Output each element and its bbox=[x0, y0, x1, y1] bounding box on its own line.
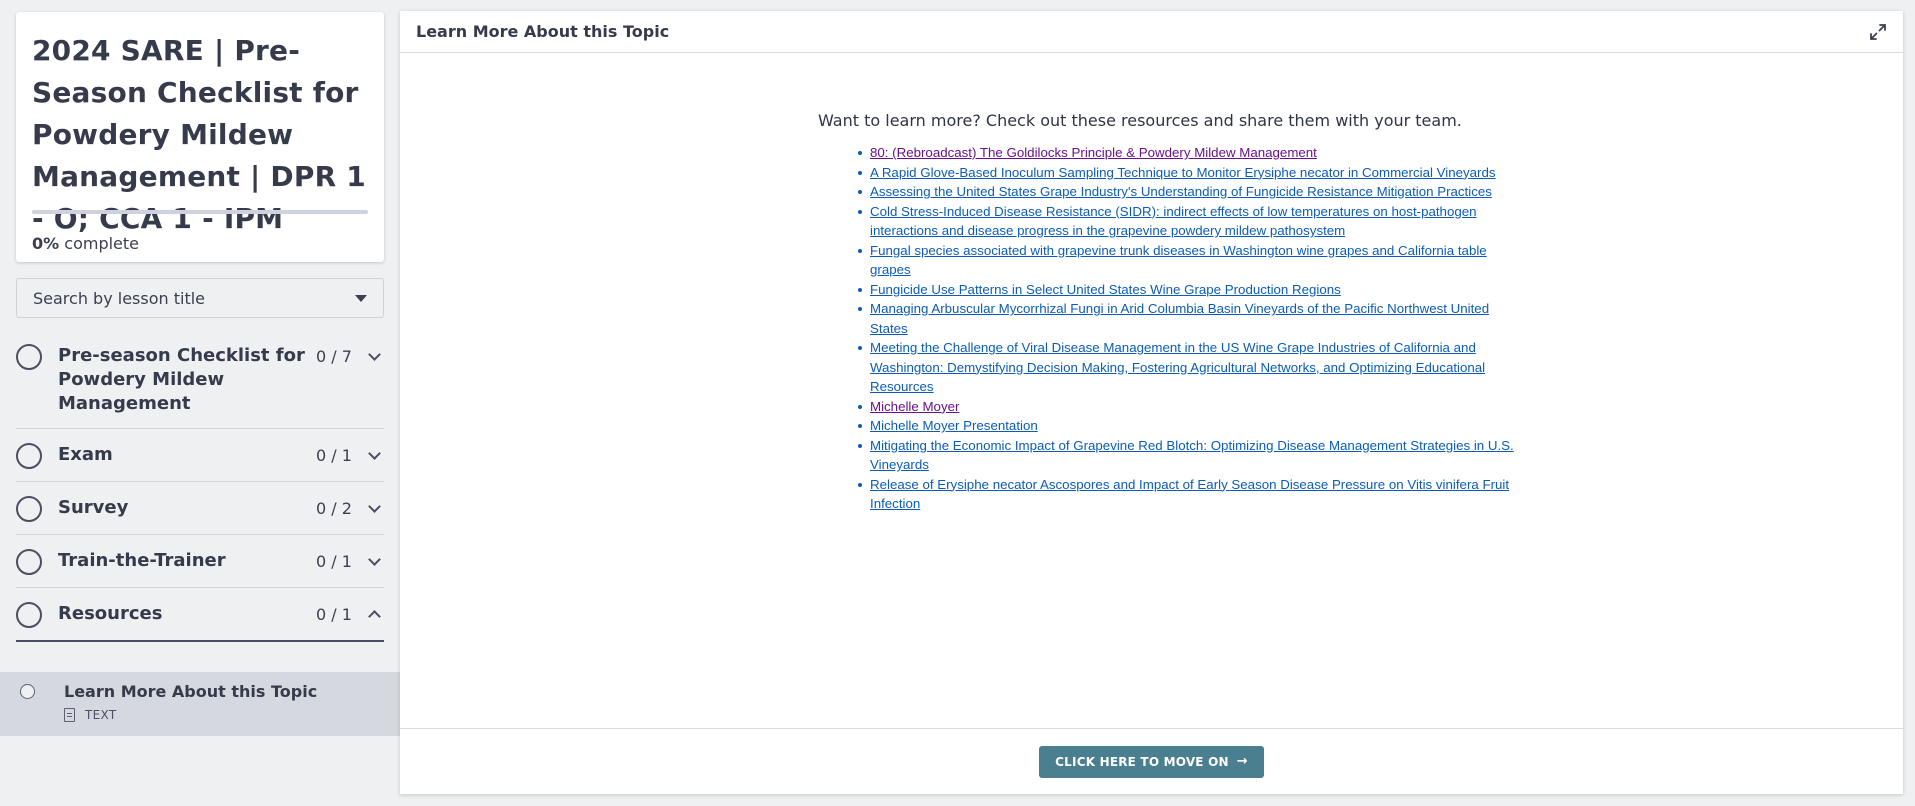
list-item: Mitigating the Economic Impact of Grapev… bbox=[858, 436, 1518, 475]
section-title: Survey bbox=[58, 497, 129, 518]
list-item: Michelle Moyer Presentation bbox=[858, 416, 1518, 436]
chevron-down-icon[interactable] bbox=[364, 547, 384, 575]
section-count: 0 / 7 bbox=[316, 347, 352, 366]
lesson-header: Learn More About this Topic bbox=[400, 11, 1903, 53]
section-resources[interactable]: Resources 0 / 1 bbox=[16, 588, 384, 642]
list-item: Assessing the United States Grape Indust… bbox=[858, 182, 1518, 202]
lesson-search-select[interactable]: Search by lesson title bbox=[16, 278, 384, 318]
lesson-title: Learn More About this Topic bbox=[64, 682, 318, 701]
section-preseason-checklist[interactable]: Pre-season Checklist for Powdery Mildew … bbox=[16, 330, 384, 429]
list-item: A Rapid Glove-Based Inoculum Sampling Te… bbox=[858, 163, 1518, 183]
chevron-down-icon[interactable] bbox=[364, 441, 384, 469]
lesson-body: Want to learn more? Check out these reso… bbox=[818, 111, 1518, 514]
resource-link-list: 80: (Rebroadcast) The Goldilocks Princip… bbox=[858, 143, 1518, 514]
resource-link[interactable]: 80: (Rebroadcast) The Goldilocks Princip… bbox=[870, 145, 1317, 160]
arrow-right-icon: → bbox=[1236, 754, 1248, 769]
section-title: Train-the-Trainer bbox=[58, 550, 226, 571]
resource-link[interactable]: Cold Stress-Induced Disease Resistance (… bbox=[870, 204, 1477, 239]
progress-suffix: complete bbox=[64, 234, 139, 253]
section-title: Pre-season Checklist for Powdery Mildew … bbox=[58, 345, 305, 414]
list-item: Fungal species associated with grapevine… bbox=[858, 241, 1518, 280]
chevron-up-icon[interactable] bbox=[364, 600, 384, 628]
section-status-circle-icon bbox=[16, 496, 42, 522]
text-document-icon bbox=[64, 708, 75, 722]
progress-text: 0% complete bbox=[32, 234, 139, 253]
lesson-header-title: Learn More About this Topic bbox=[416, 22, 670, 41]
list-item: Michelle Moyer bbox=[858, 397, 1518, 417]
section-list: Pre-season Checklist for Powdery Mildew … bbox=[16, 330, 384, 642]
section-count: 0 / 2 bbox=[316, 499, 352, 518]
course-card: 2024 SARE | Pre-Season Checklist for Pow… bbox=[16, 12, 384, 262]
resource-link[interactable]: Fungal species associated with grapevine… bbox=[870, 243, 1487, 278]
move-on-label: CLICK HERE TO MOVE ON bbox=[1055, 754, 1229, 769]
resource-link[interactable]: A Rapid Glove-Based Inoculum Sampling Te… bbox=[870, 165, 1496, 180]
resource-link[interactable]: Mitigating the Economic Impact of Grapev… bbox=[870, 438, 1514, 473]
list-item: Managing Arbuscular Mycorrhizal Fungi in… bbox=[858, 299, 1518, 338]
chevron-down-icon[interactable] bbox=[364, 342, 384, 370]
list-item: Fungicide Use Patterns in Select United … bbox=[858, 280, 1518, 300]
section-count: 0 / 1 bbox=[316, 552, 352, 571]
section-title: Exam bbox=[58, 444, 113, 465]
lesson-type: TEXT bbox=[64, 708, 116, 722]
list-item: 80: (Rebroadcast) The Goldilocks Princip… bbox=[858, 143, 1518, 163]
course-title: 2024 SARE | Pre-Season Checklist for Pow… bbox=[32, 34, 366, 235]
section-count: 0 / 1 bbox=[316, 605, 352, 624]
list-item: Cold Stress-Induced Disease Resistance (… bbox=[858, 202, 1518, 241]
lesson-footer: CLICK HERE TO MOVE ON → bbox=[400, 728, 1903, 794]
move-on-button[interactable]: CLICK HERE TO MOVE ON → bbox=[1039, 745, 1264, 778]
section-title: Resources bbox=[58, 603, 163, 624]
lesson-type-label: TEXT bbox=[85, 708, 117, 722]
section-count: 0 / 1 bbox=[316, 446, 352, 465]
expand-fullscreen-icon[interactable] bbox=[1869, 23, 1887, 41]
section-survey[interactable]: Survey 0 / 2 bbox=[16, 482, 384, 535]
progress-percent: 0% bbox=[32, 234, 60, 253]
resource-link[interactable]: Assessing the United States Grape Indust… bbox=[870, 184, 1492, 199]
resource-link[interactable]: Meeting the Challenge of Viral Disease M… bbox=[870, 340, 1485, 394]
app-root: 2024 SARE | Pre-Season Checklist for Pow… bbox=[0, 0, 1915, 806]
search-placeholder: Search by lesson title bbox=[33, 288, 206, 308]
resource-link[interactable]: Michelle Moyer bbox=[870, 399, 959, 414]
resources-intro: Want to learn more? Check out these reso… bbox=[818, 111, 1462, 130]
progress-bar bbox=[32, 210, 368, 214]
resource-link[interactable]: Fungicide Use Patterns in Select United … bbox=[870, 282, 1341, 297]
caret-down-icon bbox=[355, 294, 367, 302]
section-train-the-trainer[interactable]: Train-the-Trainer 0 / 1 bbox=[16, 535, 384, 588]
section-status-circle-icon bbox=[16, 549, 42, 575]
course-sidebar: 2024 SARE | Pre-Season Checklist for Pow… bbox=[0, 0, 400, 806]
list-item: Release of Erysiphe necator Ascospores a… bbox=[858, 475, 1518, 514]
section-status-circle-icon bbox=[16, 344, 42, 370]
resource-link[interactable]: Managing Arbuscular Mycorrhizal Fungi in… bbox=[870, 301, 1489, 336]
lesson-item-learn-more[interactable]: Learn More About this Topic TEXT bbox=[0, 672, 400, 736]
resource-link[interactable]: Michelle Moyer Presentation bbox=[870, 418, 1038, 433]
resource-link[interactable]: Release of Erysiphe necator Ascospores a… bbox=[870, 477, 1509, 512]
section-status-circle-icon bbox=[16, 443, 42, 469]
lesson-content-panel: Learn More About this Topic Want to lear… bbox=[400, 11, 1903, 794]
section-exam[interactable]: Exam 0 / 1 bbox=[16, 429, 384, 482]
lesson-status-circle-icon bbox=[20, 684, 35, 699]
chevron-down-icon[interactable] bbox=[364, 494, 384, 522]
section-status-circle-icon bbox=[16, 602, 42, 628]
list-item: Meeting the Challenge of Viral Disease M… bbox=[858, 338, 1518, 397]
